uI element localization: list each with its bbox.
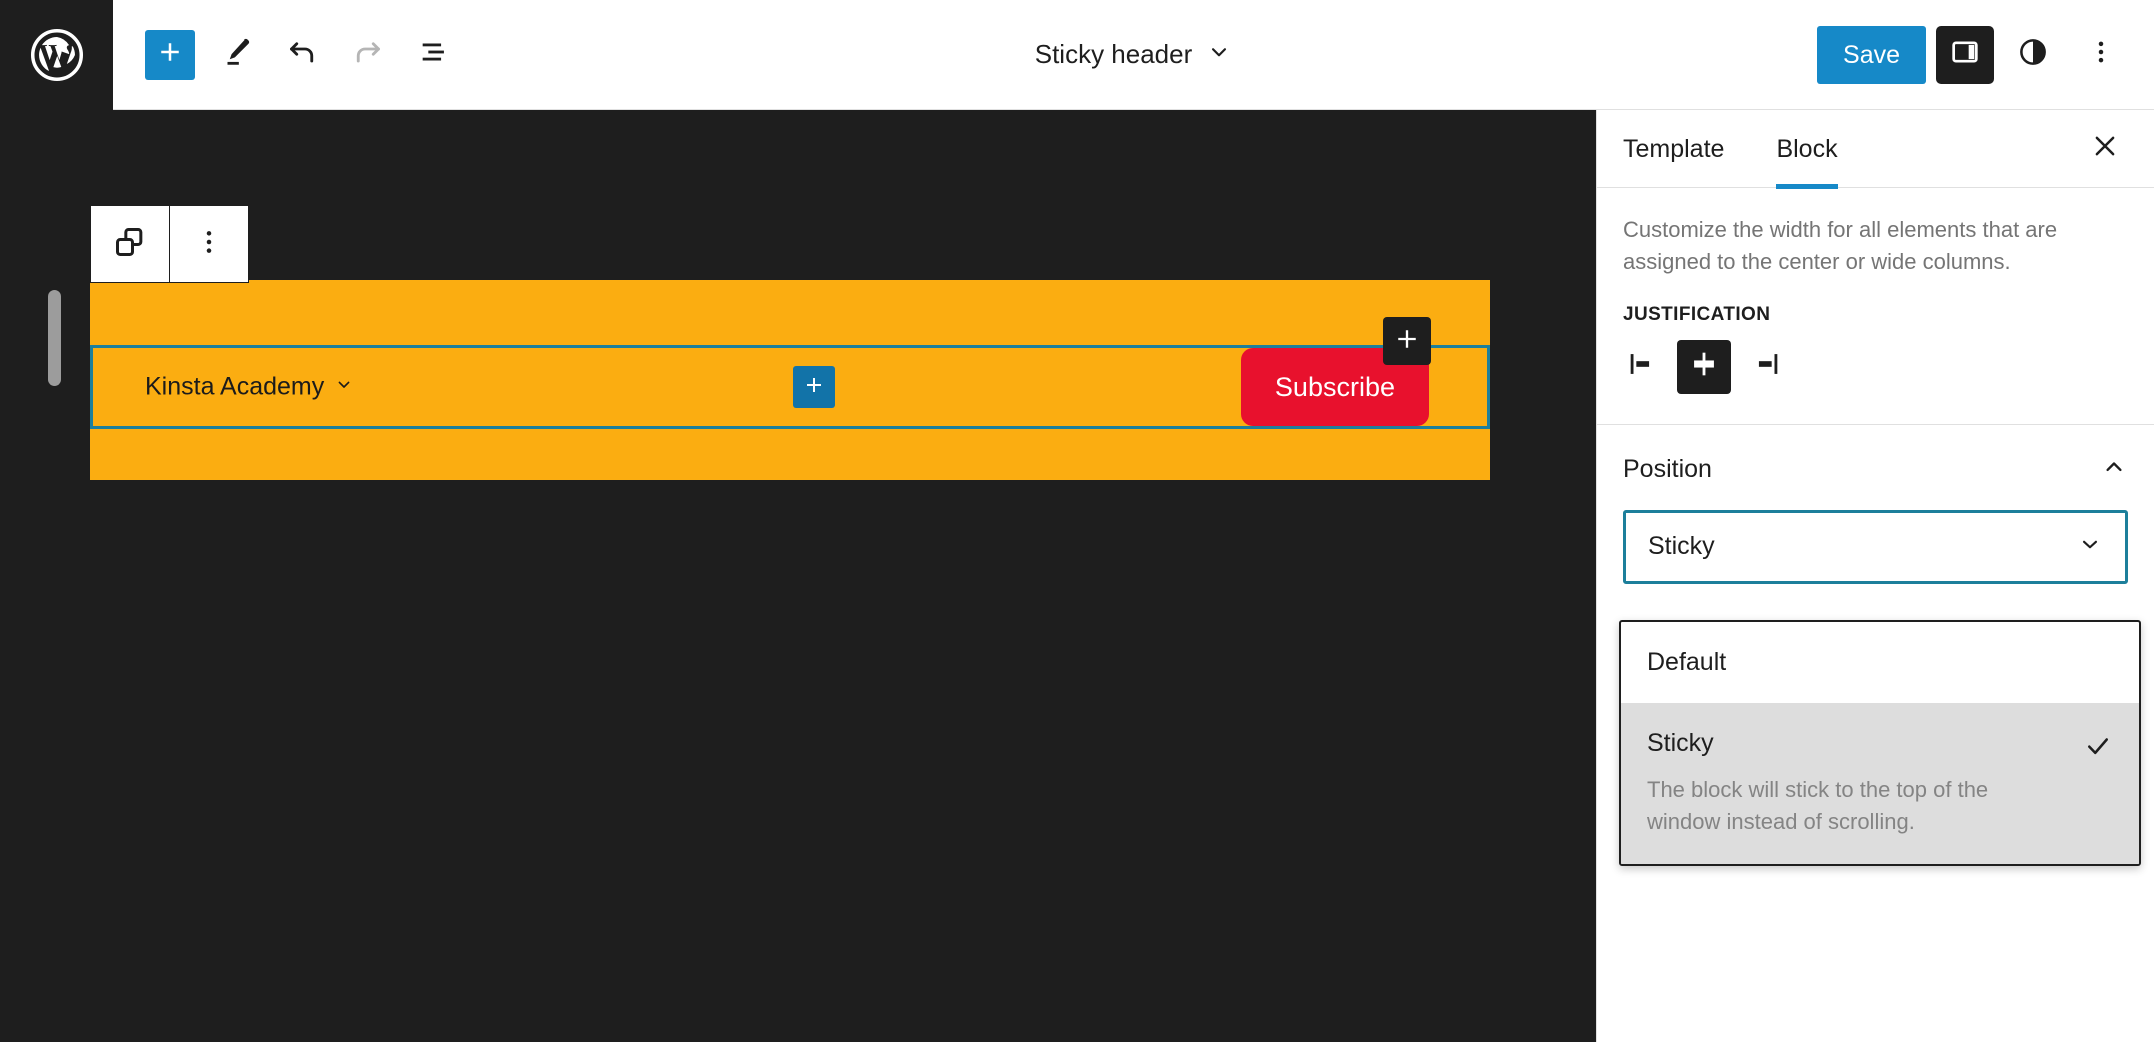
header-inner-row[interactable]: Kinsta Academy Subscribe (90, 345, 1490, 429)
dropdown-option-sticky[interactable]: Sticky The block will stick to the top o… (1621, 703, 2139, 864)
select-parent-block-button[interactable] (91, 206, 169, 282)
wordpress-site-editor: Sticky header Save Kinsta Academy Subscr… (0, 0, 2154, 1042)
document-title-text: Sticky header (1034, 39, 1193, 69)
dropdown-option-row: Sticky (1647, 729, 2113, 766)
editor-top-bar: Sticky header Save (0, 0, 2154, 110)
wordpress-logo-icon (29, 27, 85, 83)
chevron-down-icon (2077, 531, 2103, 562)
plus-icon (1393, 325, 1421, 358)
dropdown-option-label: Default (1647, 648, 1727, 676)
redo-arrow-icon (350, 34, 386, 75)
plus-icon (155, 37, 185, 72)
position-select-value: Sticky (1648, 532, 1715, 561)
checkmark-icon (2083, 729, 2113, 766)
undo-button[interactable] (269, 22, 335, 88)
settings-sidebar: Template Block Customize the width for a… (1596, 110, 2154, 1042)
close-sidebar-button[interactable] (2078, 122, 2132, 176)
top-bar-content: Sticky header Save (113, 0, 2154, 110)
settings-sidebar-toggle-button[interactable] (1936, 25, 1994, 84)
chevron-down-icon (1206, 39, 1232, 70)
append-block-inserter-button[interactable] (1383, 317, 1431, 365)
redo-button[interactable] (335, 22, 401, 88)
dropdown-option-description: The block will stick to the top of the w… (1647, 777, 1989, 834)
justify-left-icon (1625, 347, 1659, 386)
position-select[interactable]: Sticky (1623, 509, 2128, 584)
editor-canvas: Kinsta Academy Subscribe (0, 110, 1596, 1042)
justify-left-button[interactable] (1615, 340, 1669, 394)
dropdown-option-label: Sticky (1647, 729, 1714, 757)
top-bar-right-tools: Save (1817, 25, 2154, 84)
save-button[interactable]: Save (1817, 25, 1926, 84)
pencil-icon (219, 35, 253, 74)
list-view-icon (417, 35, 451, 74)
block-inserter-wrap (137, 22, 203, 88)
dropdown-option-default[interactable]: Default (1621, 622, 2139, 703)
block-inserter-button[interactable] (145, 29, 195, 80)
navigation-block-kinsta-academy[interactable]: Kinsta Academy (145, 373, 354, 402)
sidebar-panel-icon (1948, 35, 1982, 74)
more-vertical-dots-icon (2086, 37, 2116, 72)
undo-arrow-icon (284, 34, 320, 75)
justify-right-button[interactable] (1739, 340, 1793, 394)
chevron-down-icon (334, 373, 354, 402)
justification-button-group (1597, 326, 2154, 424)
plus-icon (802, 373, 826, 402)
nav-label-text: Kinsta Academy (145, 372, 325, 401)
document-title-button[interactable]: Sticky header (1021, 31, 1247, 78)
top-bar-left-tools (113, 22, 467, 88)
more-options-button[interactable] (2072, 26, 2130, 84)
block-options-button[interactable] (170, 206, 248, 282)
left-resize-handle[interactable] (48, 290, 61, 386)
position-panel-header[interactable]: Position (1597, 425, 2154, 496)
block-toolbar (90, 205, 249, 283)
wordpress-logo-button[interactable] (0, 0, 113, 110)
dropdown-option-row: Default (1647, 648, 2113, 677)
justify-center-button[interactable] (1677, 339, 1731, 394)
tab-template[interactable]: Template (1597, 110, 1750, 188)
position-panel-title: Position (1623, 454, 1712, 483)
block-description-text: Customize the width for all elements tha… (1623, 217, 2058, 274)
close-x-icon (2090, 131, 2120, 166)
sticky-header-block[interactable]: Kinsta Academy Subscribe (90, 280, 1490, 480)
justification-label: JUSTIFICATION (1623, 303, 1771, 325)
tab-block[interactable]: Block (1750, 110, 1863, 189)
justify-right-icon (1749, 347, 1783, 386)
overlapping-squares-icon (110, 222, 150, 267)
edit-tool-button[interactable] (203, 22, 269, 88)
chevron-up-icon (2100, 453, 2128, 486)
more-vertical-dots-icon (193, 226, 225, 263)
justify-center-icon (1687, 347, 1721, 386)
inner-block-inserter-button[interactable] (793, 366, 835, 408)
styles-button[interactable] (2004, 26, 2062, 84)
contrast-circle-icon (2016, 35, 2050, 74)
position-dropdown-menu: Default Sticky The block will stick to t… (1619, 620, 2141, 866)
document-overview-button[interactable] (401, 22, 467, 88)
sidebar-tabs: Template Block (1597, 110, 2154, 189)
